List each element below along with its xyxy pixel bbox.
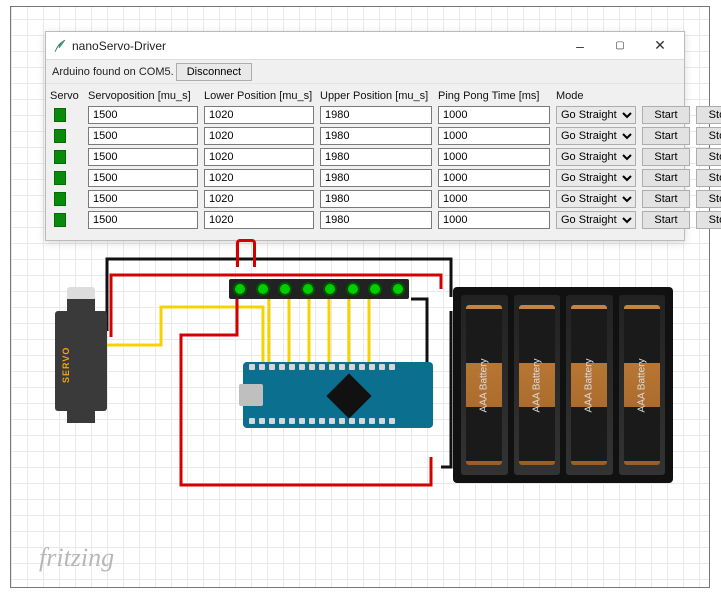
- servo-label: SERVO: [61, 347, 71, 383]
- servo-indicator: [54, 150, 66, 164]
- start-button[interactable]: Start: [642, 190, 690, 208]
- upper-position-input[interactable]: [320, 169, 432, 187]
- mode-select[interactable]: Go Straight: [556, 148, 636, 166]
- disconnect-button[interactable]: Disconnect: [176, 63, 252, 81]
- col-servopos: Servoposition [mu_s]: [88, 90, 198, 102]
- servoposition-input[interactable]: [88, 190, 198, 208]
- start-button[interactable]: Start: [642, 148, 690, 166]
- lower-position-input[interactable]: [204, 106, 314, 124]
- lower-position-input[interactable]: [204, 190, 314, 208]
- start-button[interactable]: Start: [642, 106, 690, 124]
- mode-select[interactable]: Go Straight: [556, 127, 636, 145]
- app-frame: nanoServo-Driver Arduino found on COM5. …: [10, 6, 710, 588]
- pingpong-time-input[interactable]: [438, 190, 550, 208]
- mode-select[interactable]: Go Straight: [556, 169, 636, 187]
- fritzing-watermark: fritzing: [39, 543, 114, 573]
- servo-indicator: [54, 108, 66, 122]
- stop-button[interactable]: Stop: [696, 127, 721, 145]
- servo-row: Go StraightStartStop: [50, 190, 680, 208]
- stop-button[interactable]: Stop: [696, 190, 721, 208]
- app-icon: [54, 39, 66, 53]
- stop-button[interactable]: Stop: [696, 169, 721, 187]
- toolbar: Arduino found on COM5. Disconnect: [46, 60, 684, 84]
- battery-label: AAA Battery: [531, 358, 542, 412]
- driver-window: nanoServo-Driver Arduino found on COM5. …: [45, 31, 685, 241]
- battery-holder: AAA Battery AAA Battery AAA Battery AAA …: [453, 287, 673, 483]
- arduino-nano: [243, 362, 433, 428]
- col-ping: Ping Pong Time [ms]: [438, 90, 550, 102]
- pingpong-time-input[interactable]: [438, 127, 550, 145]
- window-title: nanoServo-Driver: [72, 39, 560, 53]
- servo-indicator: [54, 171, 66, 185]
- lower-position-input[interactable]: [204, 148, 314, 166]
- upper-position-input[interactable]: [320, 106, 432, 124]
- start-button[interactable]: Start: [642, 127, 690, 145]
- col-mode: Mode: [556, 90, 636, 102]
- circuit-diagram: SERVO AAA Battery AAA Battery AAA Batter…: [11, 217, 711, 587]
- titlebar[interactable]: nanoServo-Driver: [46, 32, 684, 60]
- col-lower: Lower Position [mu_s]: [204, 90, 314, 102]
- servoposition-input[interactable]: [88, 106, 198, 124]
- pin-header-strip: [229, 279, 409, 299]
- servo-row: Go StraightStartStop: [50, 148, 680, 166]
- mode-select[interactable]: Go Straight: [556, 190, 636, 208]
- battery-label: AAA Battery: [479, 358, 490, 412]
- window-maximize-button[interactable]: [600, 32, 640, 60]
- upper-position-input[interactable]: [320, 127, 432, 145]
- servo-indicator: [54, 192, 66, 206]
- servo-indicator: [54, 129, 66, 143]
- window-minimize-button[interactable]: [560, 32, 600, 60]
- battery-label: AAA Battery: [636, 358, 647, 412]
- col-servo: Servo: [50, 90, 82, 102]
- connection-status: Arduino found on COM5.: [52, 66, 174, 78]
- jumper-icon: [236, 239, 256, 267]
- window-close-button[interactable]: [640, 32, 680, 60]
- servo-row: Go StraightStartStop: [50, 106, 680, 124]
- servo-row: Go StraightStartStop: [50, 127, 680, 145]
- col-upper: Upper Position [mu_s]: [320, 90, 432, 102]
- pingpong-time-input[interactable]: [438, 148, 550, 166]
- lower-position-input[interactable]: [204, 127, 314, 145]
- servo-row: Go StraightStartStop: [50, 169, 680, 187]
- stop-button[interactable]: Stop: [696, 106, 721, 124]
- lower-position-input[interactable]: [204, 169, 314, 187]
- upper-position-input[interactable]: [320, 190, 432, 208]
- servoposition-input[interactable]: [88, 169, 198, 187]
- pingpong-time-input[interactable]: [438, 106, 550, 124]
- start-button[interactable]: Start: [642, 169, 690, 187]
- servoposition-input[interactable]: [88, 127, 198, 145]
- upper-position-input[interactable]: [320, 148, 432, 166]
- servoposition-input[interactable]: [88, 148, 198, 166]
- servo-motor: SERVO: [55, 311, 107, 411]
- pingpong-time-input[interactable]: [438, 169, 550, 187]
- header-row: Servo Servoposition [mu_s] Lower Positio…: [50, 90, 680, 102]
- mode-select[interactable]: Go Straight: [556, 106, 636, 124]
- stop-button[interactable]: Stop: [696, 148, 721, 166]
- battery-label: AAA Battery: [584, 358, 595, 412]
